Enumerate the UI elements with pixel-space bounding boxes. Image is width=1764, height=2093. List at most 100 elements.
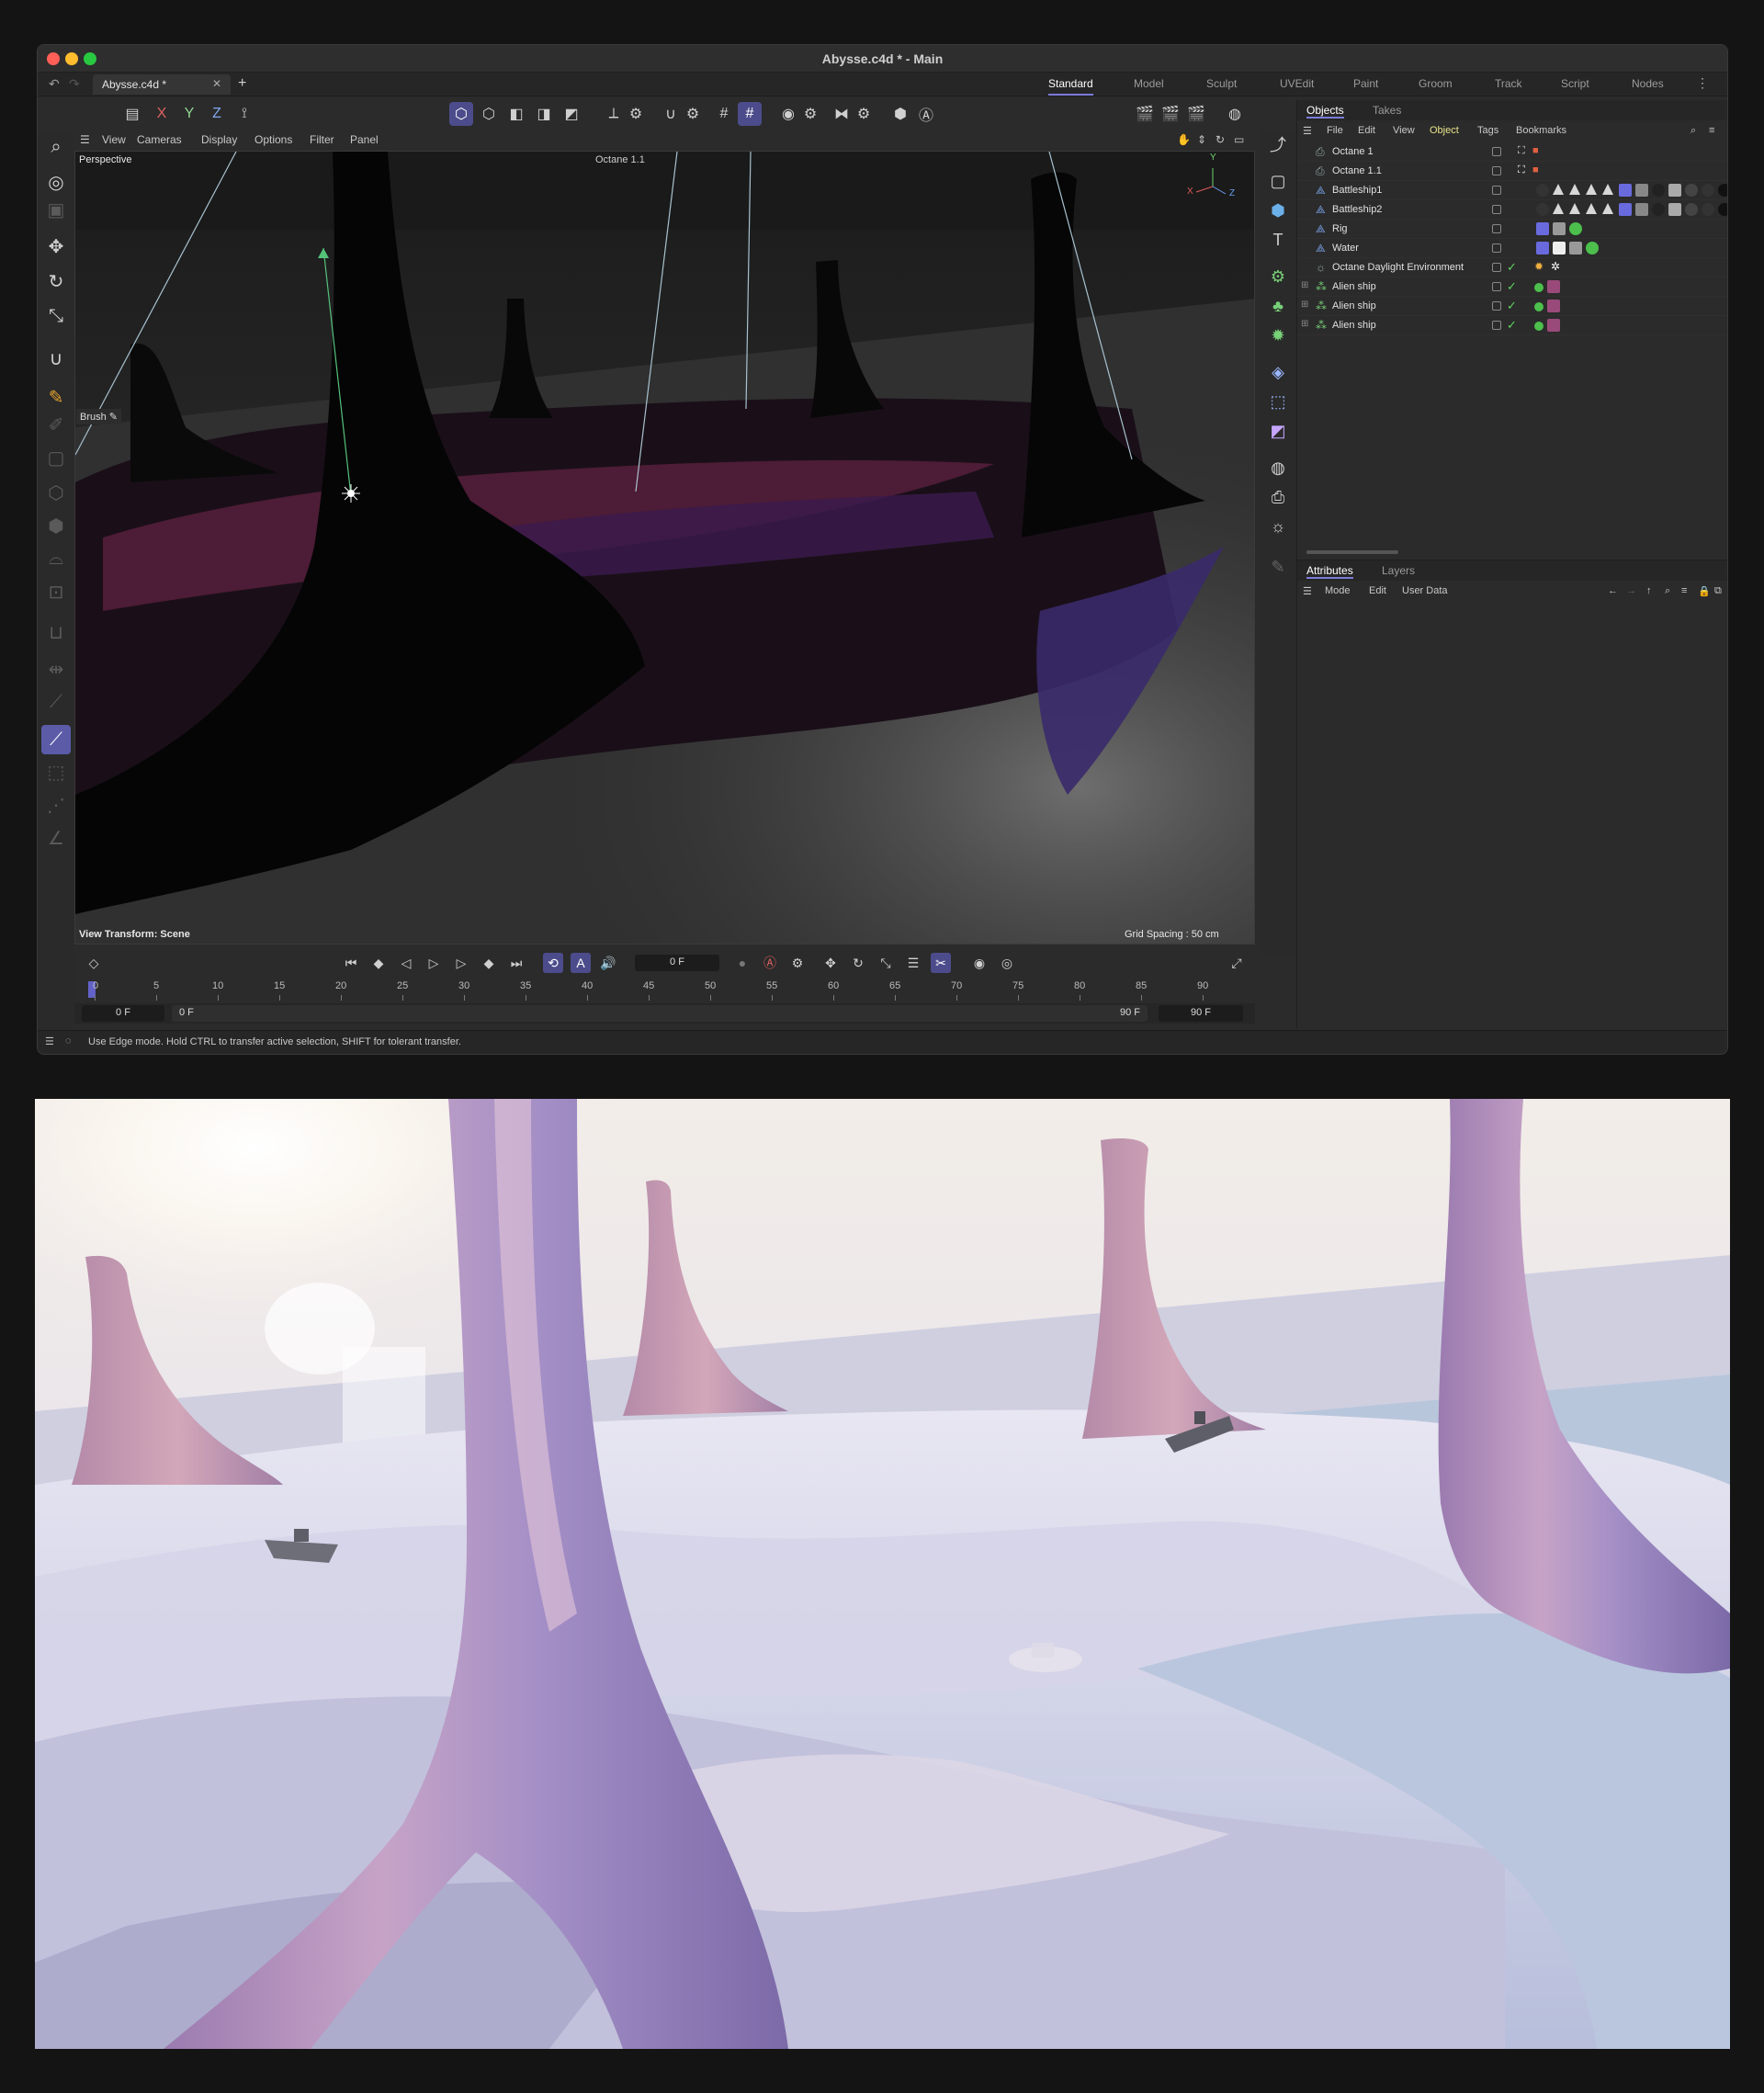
fcurve-icon[interactable]: ⤢ — [1227, 953, 1247, 973]
axis-settings-icon[interactable]: ⚙ — [624, 102, 648, 126]
next-key-icon[interactable]: ◆ — [479, 953, 499, 973]
menu-user-data[interactable]: User Data — [1402, 585, 1448, 596]
play-icon[interactable]: ▷ — [424, 953, 444, 973]
axis-mode-icon[interactable]: ⟂ — [602, 102, 626, 126]
menu-panel[interactable]: Panel — [350, 133, 379, 146]
octane-camera-tag-icon[interactable]: ■ — [1532, 145, 1539, 156]
attributes-menu-icon[interactable]: ☰ — [1303, 585, 1312, 597]
start-frame-field[interactable]: 0 F — [82, 1005, 164, 1022]
selection-tag-icon[interactable] — [1635, 184, 1648, 197]
maximize-view-icon[interactable]: ▭ — [1234, 133, 1244, 146]
material-tag-icon[interactable] — [1718, 203, 1727, 216]
material-tag-icon[interactable] — [1547, 280, 1560, 293]
search-icon[interactable]: ⌕ — [1690, 125, 1696, 137]
layout-tab-groom[interactable]: Groom — [1419, 77, 1453, 96]
object-row-battleship2[interactable]: ⟁ Battleship2 — [1297, 200, 1727, 220]
camera-label[interactable]: Perspective — [79, 154, 131, 165]
orbit-icon[interactable]: ↻ — [1216, 133, 1225, 146]
go-to-end-icon[interactable]: ⏭ — [506, 953, 526, 973]
up-arrow-icon[interactable]: ↑ — [1646, 585, 1652, 596]
material-tag-icon[interactable] — [1547, 300, 1560, 312]
visibility-toggle[interactable] — [1492, 243, 1501, 253]
object-row-rig[interactable]: ⟁ Rig — [1297, 220, 1727, 239]
new-panel-icon[interactable]: ⧉ — [1714, 585, 1722, 597]
object-row-daylight[interactable]: ☼ Octane Daylight Environment ✓ ✹ ✲ — [1297, 258, 1727, 277]
visibility-toggle[interactable] — [1492, 224, 1501, 233]
uvw-tag-icon[interactable] — [1619, 184, 1632, 197]
stamp-icon[interactable]: ✐ — [41, 410, 71, 439]
layout-tab-sculpt[interactable]: Sculpt — [1206, 77, 1237, 96]
material-tag-icon[interactable] — [1702, 203, 1714, 216]
tab-takes[interactable]: Takes — [1373, 104, 1401, 117]
enabled-check-icon[interactable]: ✓ — [1507, 279, 1517, 294]
render-settings-icon[interactable]: 🎬 — [1184, 102, 1208, 126]
menu-edit[interactable]: Edit — [1369, 585, 1386, 596]
octane-object-tag-icon[interactable] — [1534, 283, 1544, 292]
previous-key-icon[interactable]: ◆ — [368, 953, 389, 973]
material-tag-icon[interactable] — [1652, 184, 1665, 197]
material-tag-icon[interactable] — [1702, 184, 1714, 197]
console-menu-icon[interactable]: ☰ — [45, 1035, 54, 1047]
lock-z-button[interactable]: Z — [205, 102, 229, 126]
material-tag-icon[interactable] — [1569, 242, 1582, 255]
sound-icon[interactable]: 🔊 — [598, 953, 618, 973]
close-tab-icon[interactable]: ✕ — [212, 77, 221, 90]
mesh-mode-icon[interactable]: ⬡ — [477, 102, 501, 126]
loop-icon[interactable]: ⟲ — [543, 953, 563, 973]
material-tag-icon[interactable] — [1569, 203, 1580, 214]
menu-object[interactable]: Object — [1430, 125, 1459, 136]
material-tag-icon[interactable] — [1586, 203, 1597, 214]
menu-mode[interactable]: Mode — [1325, 585, 1351, 596]
menu-tags[interactable]: Tags — [1477, 125, 1498, 136]
camera-object-icon[interactable]: ⎙ — [1265, 484, 1291, 510]
expand-icon[interactable]: ⊞ — [1301, 319, 1308, 329]
text-tool-icon[interactable]: T — [1265, 227, 1291, 253]
menu-view[interactable]: View — [102, 133, 126, 146]
environment-tag-icon[interactable]: ✲ — [1551, 260, 1560, 273]
solo-settings-icon[interactable]: ⚙ — [798, 102, 822, 126]
grid-icon[interactable]: # — [712, 102, 736, 126]
object-row-octane-1-1[interactable]: ⎙ Octane 1.1 ⛶ ■ — [1297, 162, 1727, 181]
material-tag-icon[interactable] — [1652, 203, 1665, 216]
go-to-start-icon[interactable]: ⏮ — [341, 953, 361, 973]
coordinate-system-icon[interactable]: ▤ — [120, 102, 144, 126]
octane-object-tag-icon[interactable] — [1534, 322, 1544, 331]
layout-tab-standard[interactable]: Standard — [1048, 77, 1093, 96]
key-settings-icon[interactable]: ⚙ — [787, 953, 808, 973]
dolly-icon[interactable]: ⇕ — [1197, 133, 1206, 146]
generator-icon[interactable]: ⚙ — [1265, 264, 1291, 289]
null-object-icon[interactable]: ⤴ — [1265, 131, 1291, 157]
object-row-alien-ship-3[interactable]: ⊞ ⁂ Alien ship ✓ — [1297, 316, 1727, 335]
visibility-toggle[interactable] — [1492, 321, 1501, 330]
material-tag-icon[interactable] — [1547, 319, 1560, 332]
previous-frame-icon[interactable]: ◁ — [396, 953, 416, 973]
3d-viewport[interactable]: Perspective Octane 1.1 Y X Z Brush ✎ Vie… — [74, 151, 1255, 945]
key-position-icon[interactable]: ✥ — [820, 953, 841, 973]
key-param-icon[interactable]: ☰ — [903, 953, 923, 973]
brush-tag[interactable]: Brush ✎ — [76, 409, 122, 424]
volume-icon[interactable]: ◩ — [1265, 418, 1291, 444]
redo-icon[interactable]: ↷ — [69, 76, 80, 92]
magnet-icon[interactable]: ∪ — [41, 344, 71, 373]
spline-icon[interactable]: ▢ — [1265, 168, 1291, 194]
material-tag-icon[interactable] — [1602, 203, 1613, 214]
layout-tab-model[interactable]: Model — [1134, 77, 1164, 96]
material-tag-icon[interactable] — [1553, 184, 1564, 195]
object-row-water[interactable]: ⟁ Water — [1297, 239, 1727, 258]
workplane-icon[interactable]: # — [738, 102, 762, 126]
knife-icon[interactable]: ⟋ — [41, 687, 71, 717]
visibility-toggle[interactable] — [1492, 166, 1501, 175]
menu-file[interactable]: File — [1327, 125, 1343, 136]
menu-display[interactable]: Display — [201, 133, 237, 146]
material-tag-icon[interactable] — [1569, 184, 1580, 195]
visibility-toggle[interactable] — [1492, 263, 1501, 272]
next-frame-icon[interactable]: ▷ — [451, 953, 471, 973]
lock-y-button[interactable]: Y — [177, 102, 201, 126]
enabled-check-icon[interactable]: ✓ — [1507, 318, 1517, 333]
move-icon[interactable]: ✥ — [41, 232, 71, 261]
symmetry-settings-icon[interactable]: ⚙ — [852, 102, 876, 126]
pan-icon[interactable]: ✋ — [1177, 133, 1191, 146]
edit-icon[interactable]: ✎ — [1265, 554, 1291, 580]
render-view-icon[interactable]: 🎬 — [1159, 102, 1182, 126]
material-tag-icon[interactable] — [1536, 203, 1549, 216]
